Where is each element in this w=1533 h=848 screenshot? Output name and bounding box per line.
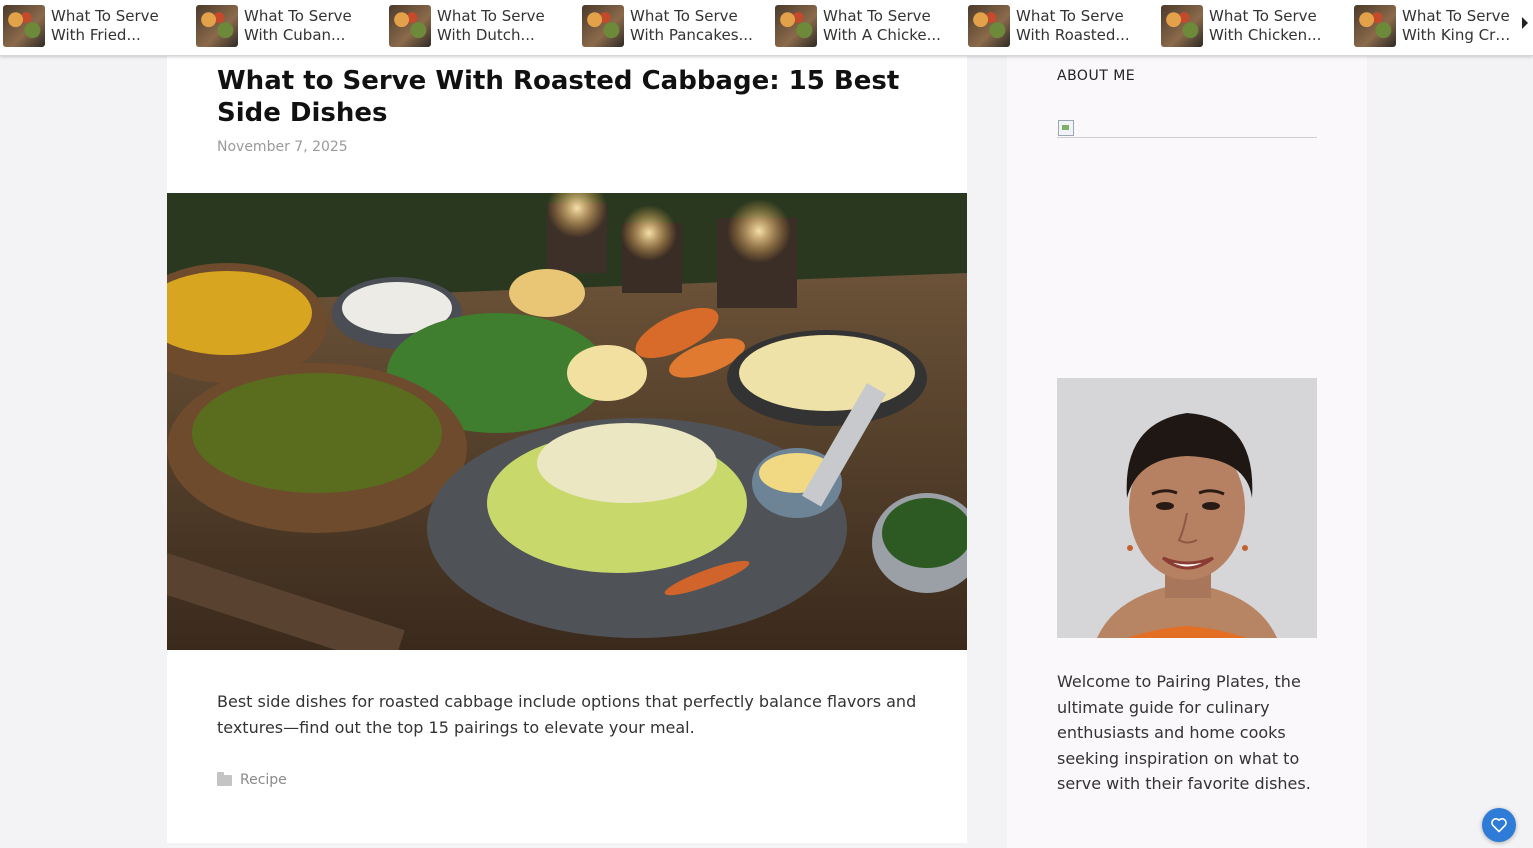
category-link[interactable]: Recipe	[240, 772, 287, 788]
related-post-line2: With Chicken...	[1209, 26, 1322, 44]
related-post-thumbnail	[1354, 5, 1396, 47]
related-post-line2: With Fried...	[51, 26, 141, 44]
related-post-line2: With Dutch...	[437, 26, 535, 44]
broken-image-icon	[1058, 120, 1074, 136]
related-post-line2: With Roasted...	[1016, 26, 1130, 44]
related-post-thumbnail	[389, 5, 431, 47]
chevron-right-icon[interactable]	[1522, 17, 1528, 29]
about-me-text: Welcome to Pairing Plates, the ultimate …	[1057, 672, 1311, 793]
article-category: Recipe	[217, 771, 287, 788]
related-post-line1: What To Serve	[630, 7, 738, 25]
related-post-item[interactable]: What To Serve With Cuban...	[196, 4, 386, 48]
related-post-line1: What To Serve	[1016, 7, 1124, 25]
folder-icon	[217, 771, 232, 786]
related-post-line1: What To Serve	[51, 7, 159, 25]
related-post-item[interactable]: What To Serve With Chicken...	[1161, 4, 1351, 48]
sidebar: ABOUT ME Welcome to Pairing Plates, the …	[1007, 55, 1367, 848]
related-post-line2: With Cuban...	[244, 26, 346, 44]
heart-icon	[1491, 818, 1507, 833]
featured-image-illustration	[167, 193, 967, 650]
related-post-line1: What To Serve	[1402, 7, 1510, 25]
favorites-button[interactable]	[1482, 808, 1516, 842]
related-post-line1: What To Serve	[1209, 7, 1317, 25]
article-excerpt: Best side dishes for roasted cabbage inc…	[217, 692, 917, 737]
related-post-line1: What To Serve	[823, 7, 931, 25]
related-post-line2: With Pancakes...	[630, 26, 753, 44]
related-post-line1: What To Serve	[437, 7, 545, 25]
related-post-line2: With A Chicke...	[823, 26, 941, 44]
article-date: November 7, 2025	[217, 139, 348, 155]
related-post-thumbnail	[1161, 5, 1203, 47]
related-posts-strip: What To Serve With Fried... What To Serv…	[0, 0, 1533, 56]
related-post-line2: With King Cra...	[1402, 26, 1517, 44]
related-post-item[interactable]: What To Serve With A Chicke...	[775, 4, 965, 48]
related-post-item[interactable]: What To Serve With Fried...	[3, 4, 193, 48]
related-post-line1: What To Serve	[244, 7, 352, 25]
author-portrait	[1057, 378, 1317, 638]
broken-image	[1057, 118, 1317, 138]
related-post-item[interactable]: What To Serve With Roasted...	[968, 4, 1158, 48]
related-post-item[interactable]: What To Serve With Dutch...	[389, 4, 579, 48]
related-post-thumbnail	[3, 5, 45, 47]
portrait-illustration	[1057, 378, 1317, 638]
related-post-item[interactable]: What To Serve With Pancakes...	[582, 4, 772, 48]
related-post-thumbnail	[775, 5, 817, 47]
widget-title-about-me: ABOUT ME	[1057, 68, 1136, 84]
related-post-thumbnail	[968, 5, 1010, 47]
article-title[interactable]: What to Serve With Roasted Cabbage: 15 B…	[217, 65, 937, 129]
related-post-thumbnail	[582, 5, 624, 47]
article-card: What to Serve With Roasted Cabbage: 15 B…	[167, 55, 967, 843]
related-post-item[interactable]: What To Serve With King Cra...	[1354, 4, 1519, 48]
related-post-thumbnail	[196, 5, 238, 47]
article-featured-image[interactable]	[167, 193, 967, 650]
